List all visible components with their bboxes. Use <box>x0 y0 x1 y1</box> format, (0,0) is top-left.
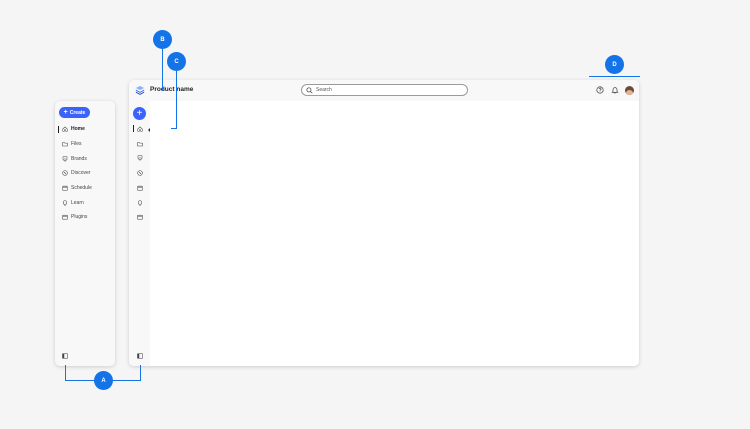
expanded-side-nav: + Create Home Files Brands Discover Sche… <box>55 101 115 366</box>
side-nav-item-files[interactable]: Files <box>55 139 115 149</box>
panel-toggle-icon[interactable] <box>62 353 68 359</box>
panel-toggle-icon[interactable] <box>137 353 143 359</box>
side-nav-item-learn[interactable]: Learn <box>55 198 115 208</box>
help-icon[interactable] <box>596 86 604 94</box>
plus-icon: + <box>63 108 68 116</box>
app-window: Product name Search + Home <box>129 80 639 366</box>
side-nav-label: Plugins <box>71 214 88 220</box>
brand-icon <box>62 156 68 162</box>
annotation-marker-a: A <box>94 371 113 390</box>
annotation-leader-c-tick <box>171 128 177 129</box>
annotation-marker-c: C <box>167 52 186 71</box>
create-button[interactable]: + Create <box>59 107 90 118</box>
folder-icon[interactable] <box>137 141 143 147</box>
side-nav-label: Home <box>71 126 85 132</box>
calendar-icon <box>62 185 68 191</box>
side-nav-item-schedule[interactable]: Schedule <box>55 183 115 193</box>
home-icon <box>62 126 68 132</box>
compass-icon[interactable] <box>137 170 143 176</box>
annotation-leader-a-right-h <box>113 380 141 381</box>
annotation-marker-b: B <box>153 30 172 49</box>
annotation-marker-d: D <box>605 55 624 74</box>
annotation-leader-d <box>589 76 640 77</box>
plugin-icon[interactable] <box>137 214 143 220</box>
side-nav-item-discover[interactable]: Discover <box>55 168 115 178</box>
app-header: Product name Search <box>129 80 639 101</box>
side-nav-item-plugins[interactable]: Plugins <box>55 212 115 222</box>
app-logo-icon <box>135 85 145 95</box>
search-icon <box>306 87 313 94</box>
plus-icon: + <box>136 107 143 119</box>
collapsed-side-rail: + Home <box>129 101 171 366</box>
annotation-leader-b <box>162 49 163 91</box>
annotation-leader-c <box>176 71 177 129</box>
side-nav-label: Discover <box>71 170 91 176</box>
annotation-leader-a-left-v <box>65 365 66 381</box>
active-indicator <box>58 126 59 133</box>
avatar[interactable] <box>625 86 634 95</box>
side-nav-label: Brands <box>71 156 87 162</box>
main-content-area <box>150 101 639 366</box>
side-nav-item-brands[interactable]: Brands <box>55 154 115 164</box>
product-name: Product name <box>150 86 194 93</box>
create-button-label: Create <box>69 109 86 116</box>
home-icon[interactable] <box>137 126 143 132</box>
folder-icon <box>62 142 68 147</box>
side-nav-label: Schedule <box>71 185 92 191</box>
plugin-icon <box>62 214 68 220</box>
search-field[interactable]: Search <box>301 84 468 96</box>
compass-icon <box>62 170 68 176</box>
rail-create-button[interactable]: + <box>133 107 146 120</box>
calendar-icon[interactable] <box>137 185 143 191</box>
lightbulb-icon <box>63 200 67 206</box>
annotation-leader-a-left-h <box>65 380 94 381</box>
side-nav-label: Files <box>71 141 82 147</box>
annotation-leader-a-right-v <box>140 365 141 381</box>
search-placeholder: Search <box>316 87 332 93</box>
side-nav-label: Learn <box>71 200 84 206</box>
brand-icon[interactable] <box>137 155 143 161</box>
lightbulb-icon[interactable] <box>137 200 143 206</box>
bell-icon[interactable] <box>611 86 619 94</box>
side-nav-item-home[interactable]: Home <box>55 124 115 134</box>
active-indicator <box>133 125 134 132</box>
